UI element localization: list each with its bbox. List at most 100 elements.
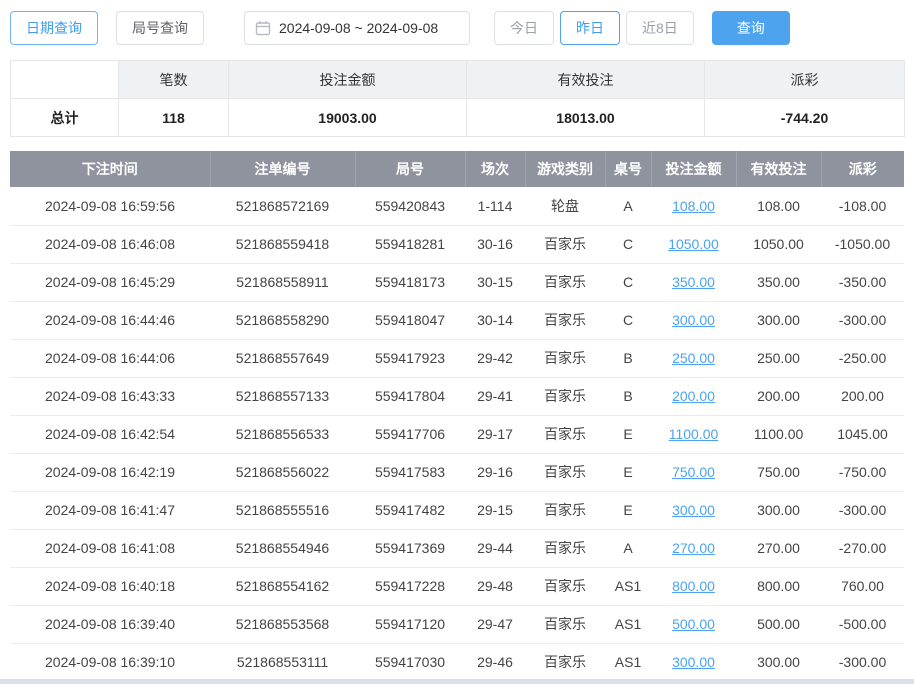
bet-amount-link[interactable]: 500.00 [672, 616, 715, 632]
valid-bet: 500.00 [736, 605, 821, 643]
round-number: 559417030 [355, 643, 465, 681]
bet-amount-link[interactable]: 250.00 [672, 350, 715, 366]
game-type: 轮盘 [525, 187, 605, 225]
table-number: E [605, 453, 651, 491]
order-number: 521868556022 [210, 453, 355, 491]
bet-time: 2024-09-08 16:42:54 [10, 415, 210, 453]
valid-bet: 1050.00 [736, 225, 821, 263]
bet-amount-link[interactable]: 800.00 [672, 578, 715, 594]
bet-history-page: 日期查询 局号查询 2024-09-08 ~ 2024-09-08 今日 昨日 … [0, 0, 914, 684]
summary-total-row: 总计 118 19003.00 18013.00 -744.20 [11, 99, 905, 137]
bet-amount-link[interactable]: 300.00 [672, 502, 715, 518]
quick-date-group: 今日 昨日 近8日 [488, 11, 694, 45]
summary-total-payout: -744.20 [705, 99, 905, 137]
round-number: 559420843 [355, 187, 465, 225]
game-type: 百家乐 [525, 301, 605, 339]
round-number: 559417583 [355, 453, 465, 491]
table-number: AS1 [605, 567, 651, 605]
order-number: 521868556533 [210, 415, 355, 453]
session-number: 29-16 [465, 453, 525, 491]
search-button[interactable]: 查询 [712, 11, 790, 45]
game-type: 百家乐 [525, 225, 605, 263]
column-bet-amount: 投注金额 [651, 151, 736, 187]
table-row: 2024-09-08 16:59:56521868572169559420843… [10, 187, 904, 225]
summary-header-count: 笔数 [119, 61, 229, 99]
bet-amount: 300.00 [651, 643, 736, 681]
bet-amount: 108.00 [651, 187, 736, 225]
table-row: 2024-09-08 16:42:19521868556022559417583… [10, 453, 904, 491]
game-type: 百家乐 [525, 415, 605, 453]
bet-amount-link[interactable]: 750.00 [672, 464, 715, 480]
summary-total-bet-amount: 19003.00 [229, 99, 467, 137]
summary-empty-header [11, 61, 119, 99]
summary-header-payout: 派彩 [705, 61, 905, 99]
bet-amount: 250.00 [651, 339, 736, 377]
table-row: 2024-09-08 16:41:08521868554946559417369… [10, 529, 904, 567]
today-button[interactable]: 今日 [494, 11, 554, 45]
column-round-number: 局号 [355, 151, 465, 187]
bet-amount: 500.00 [651, 605, 736, 643]
bet-amount-link[interactable]: 200.00 [672, 388, 715, 404]
order-number: 521868572169 [210, 187, 355, 225]
bet-amount-link[interactable]: 270.00 [672, 540, 715, 556]
round-query-tab[interactable]: 局号查询 [116, 11, 204, 45]
bet-amount: 200.00 [651, 377, 736, 415]
bet-amount-link[interactable]: 350.00 [672, 274, 715, 290]
bet-table: 下注时间 注单编号 局号 场次 游戏类别 桌号 投注金额 有效投注 派彩 202… [10, 151, 904, 682]
payout: -500.00 [821, 605, 904, 643]
round-number: 559418047 [355, 301, 465, 339]
valid-bet: 300.00 [736, 491, 821, 529]
session-number: 30-15 [465, 263, 525, 301]
bet-time: 2024-09-08 16:40:18 [10, 567, 210, 605]
yesterday-button[interactable]: 昨日 [560, 11, 620, 45]
bet-table-body: 2024-09-08 16:59:56521868572169559420843… [10, 187, 904, 681]
table-number: C [605, 263, 651, 301]
table-number: B [605, 377, 651, 415]
column-game-type: 游戏类别 [525, 151, 605, 187]
date-query-tab[interactable]: 日期查询 [10, 11, 98, 45]
game-type: 百家乐 [525, 567, 605, 605]
table-row: 2024-09-08 16:39:10521868553111559417030… [10, 643, 904, 681]
table-row: 2024-09-08 16:44:46521868558290559418047… [10, 301, 904, 339]
round-number: 559417923 [355, 339, 465, 377]
bet-time: 2024-09-08 16:39:40 [10, 605, 210, 643]
bet-amount-link[interactable]: 108.00 [672, 198, 715, 214]
column-table-number: 桌号 [605, 151, 651, 187]
valid-bet: 350.00 [736, 263, 821, 301]
last-8-days-button[interactable]: 近8日 [626, 11, 694, 45]
column-order-number: 注单编号 [210, 151, 355, 187]
table-row: 2024-09-08 16:41:47521868555516559417482… [10, 491, 904, 529]
payout: -108.00 [821, 187, 904, 225]
round-number: 559418173 [355, 263, 465, 301]
payout: 1045.00 [821, 415, 904, 453]
payout: -270.00 [821, 529, 904, 567]
valid-bet: 300.00 [736, 301, 821, 339]
payout: -300.00 [821, 643, 904, 681]
bet-table-header-row: 下注时间 注单编号 局号 场次 游戏类别 桌号 投注金额 有效投注 派彩 [10, 151, 904, 187]
summary-header-bet-amount: 投注金额 [229, 61, 467, 99]
bet-time: 2024-09-08 16:43:33 [10, 377, 210, 415]
bet-time: 2024-09-08 16:41:47 [10, 491, 210, 529]
session-number: 1-114 [465, 187, 525, 225]
date-range-picker[interactable]: 2024-09-08 ~ 2024-09-08 [244, 11, 470, 45]
horizontal-scrollbar[interactable] [0, 679, 914, 684]
round-number: 559417369 [355, 529, 465, 567]
game-type: 百家乐 [525, 453, 605, 491]
bet-amount-link[interactable]: 1100.00 [669, 426, 719, 442]
game-type: 百家乐 [525, 605, 605, 643]
valid-bet: 250.00 [736, 339, 821, 377]
column-valid-bet: 有效投注 [736, 151, 821, 187]
summary-total-valid-bet: 18013.00 [467, 99, 705, 137]
bet-amount-link[interactable]: 1050.00 [668, 236, 719, 252]
bet-amount-link[interactable]: 300.00 [672, 312, 715, 328]
table-number: B [605, 339, 651, 377]
bet-time: 2024-09-08 16:45:29 [10, 263, 210, 301]
bet-amount: 270.00 [651, 529, 736, 567]
column-bet-time: 下注时间 [10, 151, 210, 187]
bet-time: 2024-09-08 16:44:46 [10, 301, 210, 339]
table-number: AS1 [605, 643, 651, 681]
bet-amount: 300.00 [651, 301, 736, 339]
bet-amount-link[interactable]: 300.00 [672, 654, 715, 670]
round-number: 559417804 [355, 377, 465, 415]
valid-bet: 1100.00 [736, 415, 821, 453]
